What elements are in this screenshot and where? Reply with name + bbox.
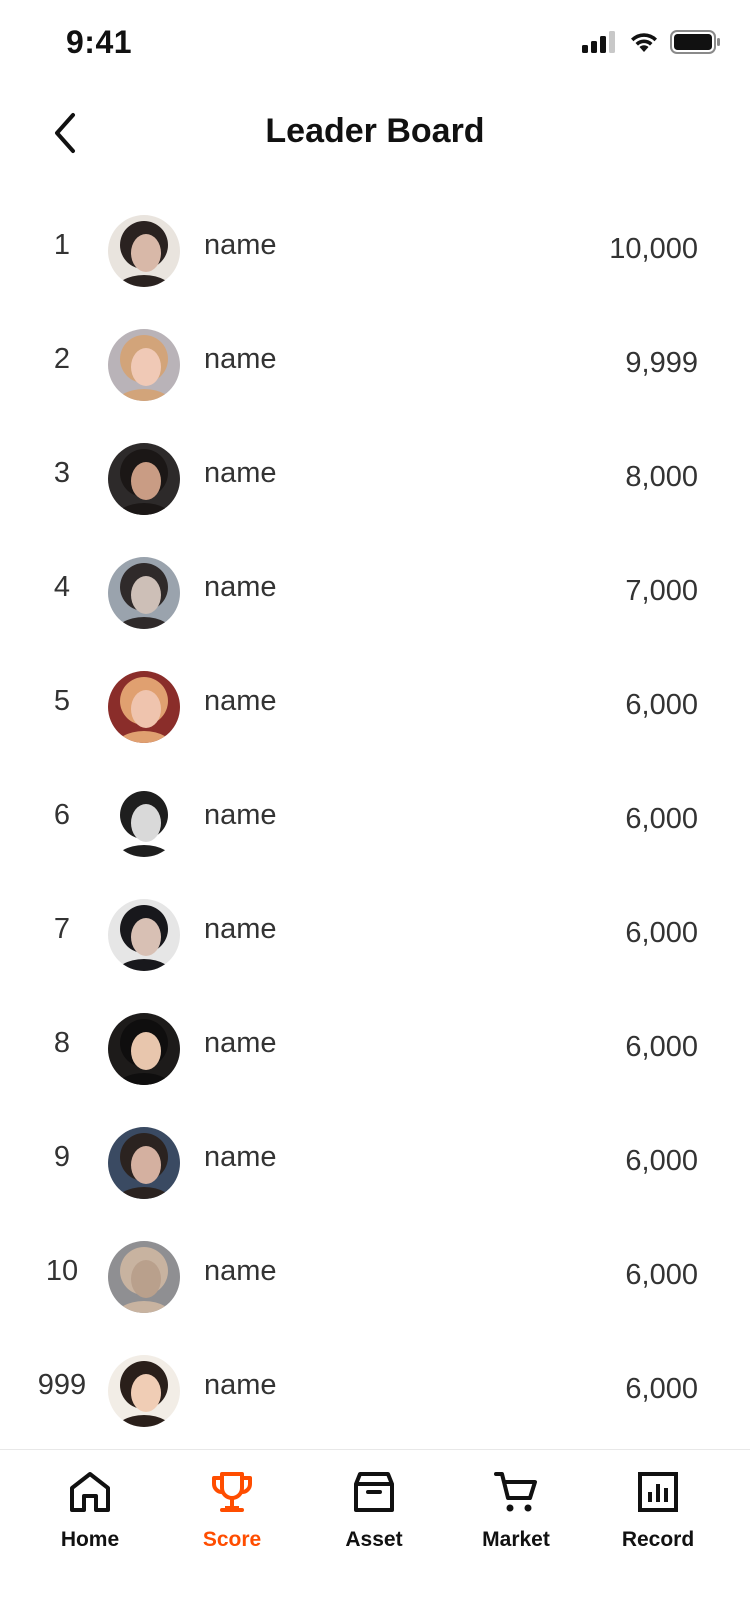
player-score: 6,000 bbox=[625, 803, 698, 835]
avatar bbox=[108, 443, 180, 515]
player-score: 6,000 bbox=[625, 1145, 698, 1177]
player-name: name bbox=[204, 457, 277, 489]
avatar bbox=[108, 329, 180, 401]
trophy-icon bbox=[212, 1472, 252, 1512]
leaderboard-row[interactable]: 10 name 6,000 bbox=[0, 1221, 750, 1335]
rank-number: 1 bbox=[53, 229, 71, 261]
rank-number: 2 bbox=[53, 343, 71, 375]
leaderboard-row[interactable]: 5 name 6,000 bbox=[0, 651, 750, 765]
rank-number: 6 bbox=[53, 799, 71, 831]
player-score: 10,000 bbox=[609, 233, 698, 265]
player-name: name bbox=[204, 1027, 277, 1059]
tab-asset[interactable]: Asset bbox=[304, 1466, 444, 1566]
avatar-portrait bbox=[108, 899, 180, 971]
player-name: name bbox=[204, 913, 277, 945]
player-score: 6,000 bbox=[625, 1373, 698, 1405]
battery-icon bbox=[670, 30, 720, 54]
leaderboard-row[interactable]: 3 name 8,000 bbox=[0, 423, 750, 537]
leaderboard-list: 1 name 10,000 2 name 9,999 3 name 8,000 4 name 7,00… bbox=[0, 195, 750, 1449]
tab-label: Home bbox=[60, 1528, 120, 1551]
leaderboard-row[interactable]: 2 name 9,999 bbox=[0, 309, 750, 423]
avatar-portrait bbox=[108, 1127, 180, 1199]
player-score: 6,000 bbox=[625, 689, 698, 721]
wifi-icon bbox=[631, 33, 657, 52]
avatar bbox=[108, 1355, 180, 1427]
avatar bbox=[108, 785, 180, 857]
avatar bbox=[108, 671, 180, 743]
leaderboard-row[interactable]: 8 name 6,000 bbox=[0, 993, 750, 1107]
avatar-portrait bbox=[108, 557, 180, 629]
avatar bbox=[108, 899, 180, 971]
tab-label: Asset bbox=[345, 1528, 403, 1551]
player-score: 6,000 bbox=[625, 917, 698, 949]
avatar bbox=[108, 1127, 180, 1199]
rank-number: 9 bbox=[53, 1141, 71, 1173]
home-indicator bbox=[241, 1596, 509, 1606]
player-name: name bbox=[204, 571, 277, 603]
player-score: 8,000 bbox=[625, 461, 698, 493]
player-name: name bbox=[204, 1255, 277, 1287]
signal-icon bbox=[582, 31, 615, 53]
box-icon bbox=[354, 1472, 394, 1512]
avatar bbox=[108, 1013, 180, 1085]
avatar-portrait bbox=[108, 785, 180, 857]
player-score: 6,000 bbox=[625, 1259, 698, 1291]
rank-number: 4 bbox=[53, 571, 71, 603]
tab-label: Score bbox=[202, 1528, 262, 1551]
avatar-portrait bbox=[108, 1013, 180, 1085]
status-bar: 9:41 bbox=[0, 0, 750, 90]
avatar-portrait bbox=[108, 215, 180, 287]
bar-chart-icon bbox=[638, 1472, 678, 1512]
player-name: name bbox=[204, 1369, 277, 1401]
avatar-portrait bbox=[108, 1241, 180, 1313]
avatar bbox=[108, 215, 180, 287]
header: Leader Board bbox=[0, 90, 750, 180]
tab-market[interactable]: Market bbox=[446, 1466, 586, 1566]
avatar bbox=[108, 1241, 180, 1313]
avatar-portrait bbox=[108, 329, 180, 401]
page-title: Leader Board bbox=[265, 112, 485, 150]
player-score: 6,000 bbox=[625, 1031, 698, 1063]
status-time: 9:41 bbox=[66, 24, 133, 60]
player-score: 7,000 bbox=[625, 575, 698, 607]
avatar-portrait bbox=[108, 1355, 180, 1427]
leaderboard-row[interactable]: 6 name 6,000 bbox=[0, 765, 750, 879]
avatar-portrait bbox=[108, 443, 180, 515]
home-icon bbox=[70, 1472, 110, 1512]
leaderboard-row[interactable]: 7 name 6,000 bbox=[0, 879, 750, 993]
status-icons bbox=[582, 30, 720, 54]
rank-number: 5 bbox=[53, 685, 71, 717]
avatar bbox=[108, 557, 180, 629]
player-name: name bbox=[204, 229, 277, 261]
tab-record[interactable]: Record bbox=[588, 1466, 728, 1566]
rank-number: 3 bbox=[53, 457, 71, 489]
cart-icon bbox=[494, 1472, 537, 1512]
player-name: name bbox=[204, 685, 277, 717]
rank-number: 7 bbox=[53, 913, 71, 945]
rank-number: 999 bbox=[37, 1369, 87, 1401]
rank-number: 8 bbox=[53, 1027, 71, 1059]
leaderboard-row[interactable]: 9 name 6,000 bbox=[0, 1107, 750, 1221]
player-name: name bbox=[204, 799, 277, 831]
player-score: 9,999 bbox=[625, 347, 698, 379]
tab-label: Market bbox=[482, 1528, 550, 1551]
leaderboard-screen: 9:41 Leader Board 1 name 10,000 2 name 9… bbox=[0, 0, 750, 1624]
tab-label: Record bbox=[621, 1528, 695, 1551]
player-name: name bbox=[204, 343, 277, 375]
player-name: name bbox=[204, 1141, 277, 1173]
rank-number: 10 bbox=[45, 1255, 79, 1287]
leaderboard-row[interactable]: 4 name 7,000 bbox=[0, 537, 750, 651]
avatar-portrait bbox=[108, 671, 180, 743]
tab-home[interactable]: Home bbox=[20, 1466, 160, 1566]
leaderboard-row[interactable]: 1 name 10,000 bbox=[0, 195, 750, 309]
tab-score[interactable]: Score bbox=[162, 1466, 302, 1566]
leaderboard-row[interactable]: 999 name 6,000 bbox=[0, 1335, 750, 1449]
